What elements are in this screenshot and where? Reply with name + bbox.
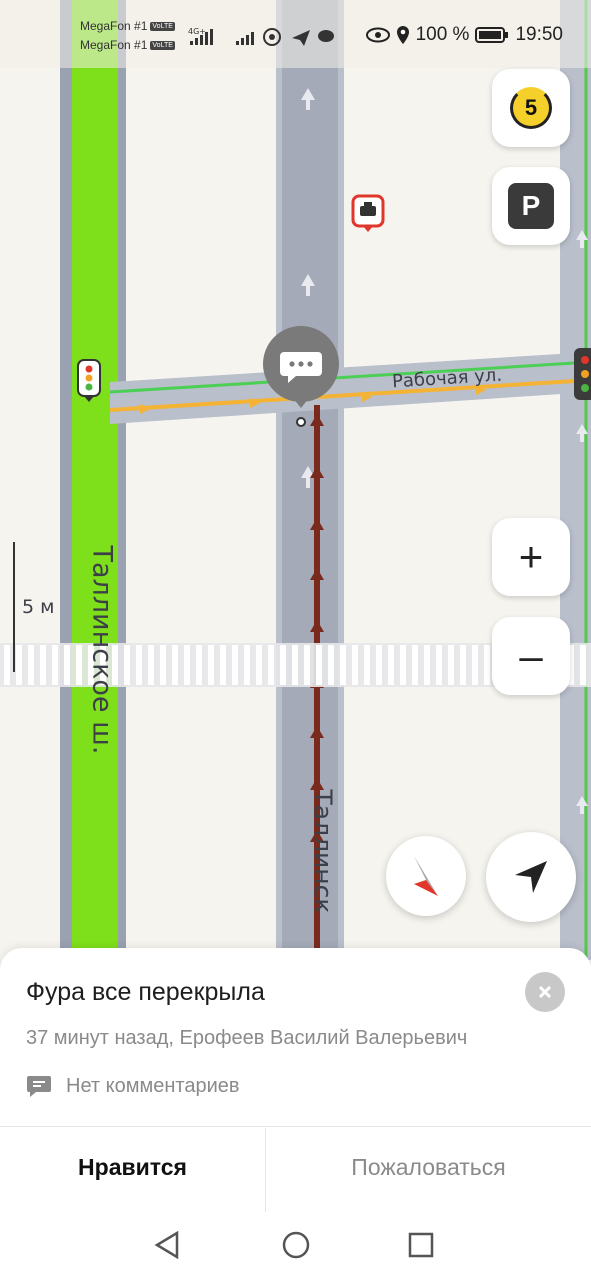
compass-icon [414, 856, 438, 896]
home-icon[interactable] [281, 1230, 311, 1260]
status-right: 100 % 19:50 [365, 24, 563, 46]
scale-label: 5 м [22, 596, 55, 618]
parking-icon: P [508, 183, 554, 229]
event-meta: 37 минут назад, Ерофеев Василий Валерьев… [26, 1027, 468, 1049]
svg-text:4G+: 4G+ [188, 27, 206, 36]
comments-count: Нет комментариев [66, 1074, 240, 1097]
status-bar: MegaFon #1 VoLTE MegaFon #1 VoLTE 4G+ 100 … [0, 0, 591, 68]
parking-label: P [521, 190, 541, 221]
event-title: Фура все перекрыла [26, 978, 265, 1006]
level-badge: 5 [510, 87, 552, 129]
level-badge-value: 5 [524, 95, 538, 120]
road-tallinskoe [72, 0, 118, 960]
minus-icon: – [519, 632, 543, 679]
battery-icon [475, 27, 509, 43]
traffic-light-icon [574, 348, 591, 400]
battery-percent: 100 % [415, 24, 470, 45]
eye-icon [365, 27, 390, 43]
carrier-1: MegaFon #1 VoLTE [80, 19, 175, 33]
plus-icon: + [518, 533, 544, 580]
signal-icons: 4G+ [188, 27, 334, 46]
zoom-out-button[interactable]: – [492, 617, 570, 695]
carrier-1-label: MegaFon #1 [80, 19, 148, 33]
report-button[interactable]: Пожаловаться [266, 1154, 591, 1181]
comments-row[interactable]: Нет комментариев [26, 1074, 240, 1098]
street-label-tallinskoe: Таллинское ш. [86, 545, 118, 755]
close-icon [538, 985, 552, 999]
navigation-arrow-icon [515, 861, 547, 893]
system-nav-bar [0, 1212, 591, 1280]
location-icon [396, 26, 409, 44]
street-label-tallinskoe-second: Таллинск [308, 789, 338, 914]
clock: 19:50 [515, 24, 563, 45]
carrier-2: MegaFon #1 VoLTE [80, 38, 175, 52]
zoom-in-button[interactable]: + [492, 518, 570, 596]
level-badge-button[interactable]: 5 [492, 69, 570, 147]
back-icon[interactable] [153, 1230, 183, 1260]
parking-button[interactable]: P [492, 167, 570, 245]
like-button[interactable]: Нравится [0, 1154, 265, 1181]
volte-badge: VoLTE [150, 22, 175, 32]
divider [0, 1126, 591, 1127]
screen: Таллинское ш. Таллинск Рабочая ул. 5 м M… [0, 0, 591, 1280]
taxi-poi-icon[interactable] [351, 194, 385, 232]
carrier-2-label: MegaFon #1 [80, 38, 148, 52]
compass-button[interactable] [386, 836, 466, 916]
volte-badge: VoLTE [150, 41, 175, 51]
close-button[interactable] [525, 972, 565, 1012]
my-location-button[interactable] [486, 832, 576, 922]
traffic-light-icon [77, 359, 101, 402]
comment-icon [27, 1076, 51, 1097]
recents-icon[interactable] [406, 1230, 436, 1260]
